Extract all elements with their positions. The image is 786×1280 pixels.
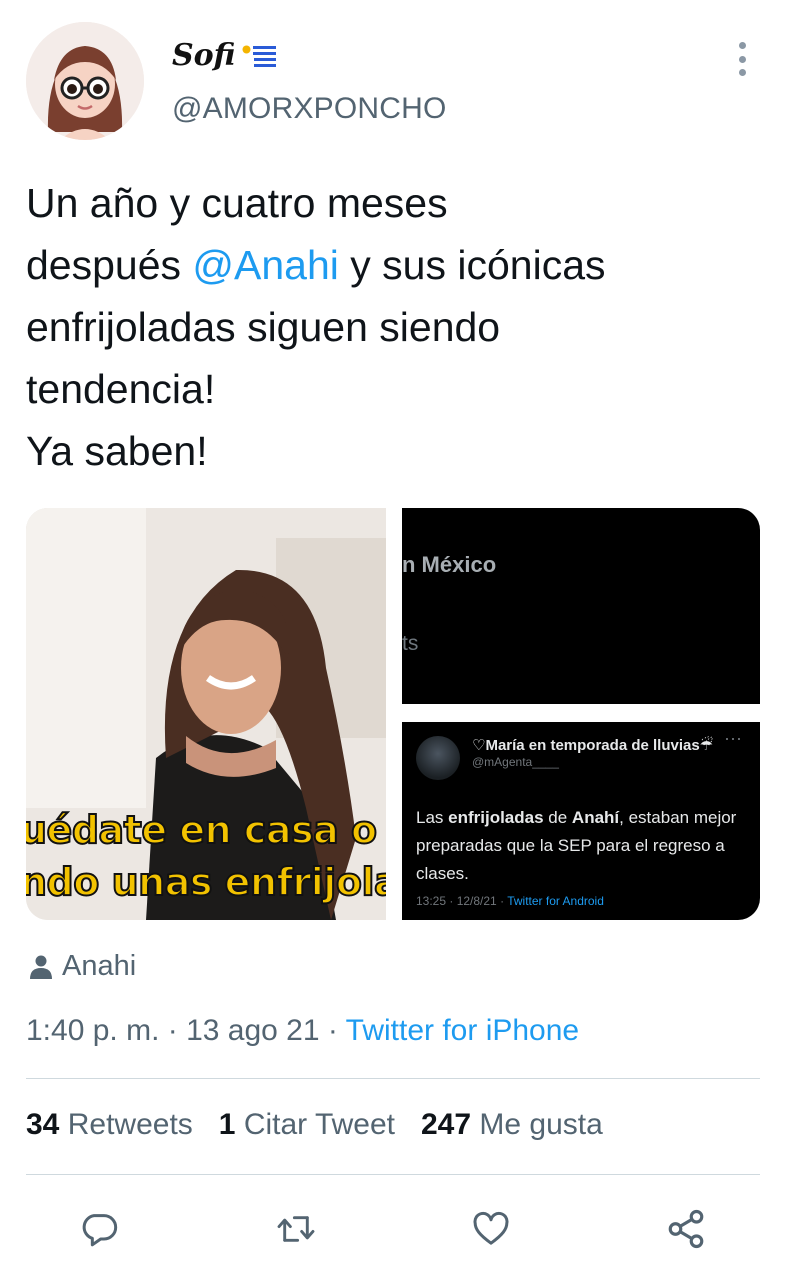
- tweet-line: enfrijoladas siguen siendo: [26, 304, 501, 350]
- tweet-stats: 34 Retweets 1 Citar Tweet 247 Me gusta: [26, 1108, 603, 1142]
- reply-icon: [82, 1214, 118, 1247]
- mention-link[interactable]: @Anahi: [192, 242, 338, 288]
- screenshot-text-partial: ts: [402, 632, 419, 655]
- meme-photo: [26, 508, 386, 920]
- reply-button[interactable]: [78, 1208, 120, 1250]
- tweet-line: tendencia!: [26, 366, 216, 412]
- more-options-icon[interactable]: [736, 42, 748, 76]
- avatar-image: [26, 22, 144, 140]
- quoted-timestamp: 13:25 · 12/8/21 · Twitter for Android: [416, 894, 604, 908]
- tagged-name: Anahi: [62, 950, 137, 982]
- tweet-source-link[interactable]: Twitter for iPhone: [346, 1014, 579, 1047]
- quoted-handle: @mAgenta____: [472, 755, 559, 769]
- meme-caption-line-2: ndo unas enfrijola: [26, 859, 386, 905]
- media-grid: uédate en casa o ndo unas enfrijola n Mé…: [26, 508, 760, 920]
- display-name-text: Sofi: [172, 38, 236, 73]
- display-name[interactable]: Sofi: [172, 38, 276, 73]
- share-button[interactable]: [665, 1208, 707, 1250]
- media-image-meme[interactable]: uédate en casa o ndo unas enfrijola: [26, 508, 386, 920]
- retweet-icon: [277, 1216, 315, 1242]
- author-handle[interactable]: @AMORXPONCHO: [172, 92, 447, 126]
- screenshot-text-location: n México: [402, 552, 497, 577]
- uruguay-flag-icon: [239, 42, 276, 69]
- tweet-time: 1:40 p. m.: [26, 1014, 160, 1047]
- heart-icon: [473, 1211, 509, 1245]
- quoted-display-name: ♡María en temporada de lluvias☔: [472, 737, 714, 754]
- tweet-line: después @Anahi y sus icónicas: [26, 242, 606, 288]
- tweet-metadata: 1:40 p. m. · 13 ago 21 · Twitter for iPh…: [26, 1014, 580, 1047]
- like-button[interactable]: [470, 1208, 512, 1250]
- likes-stat[interactable]: 247 Me gusta: [421, 1108, 603, 1142]
- media-image-screenshot-top[interactable]: n México ts: [402, 508, 760, 704]
- share-icon: [668, 1209, 704, 1249]
- retweet-button[interactable]: [275, 1208, 317, 1250]
- avatar[interactable]: [26, 22, 144, 140]
- quotes-stat[interactable]: 1 Citar Tweet: [219, 1108, 395, 1142]
- media-image-quoted-tweet[interactable]: ♡María en temporada de lluvias☔ @mAgenta…: [402, 722, 760, 920]
- meme-caption-line-1: uédate en casa o: [26, 807, 378, 853]
- retweets-stat[interactable]: 34 Retweets: [26, 1108, 193, 1142]
- person-icon: [30, 955, 52, 979]
- divider: [26, 1078, 760, 1079]
- tweet-text: Un año y cuatro meses después @Anahi y s…: [26, 172, 756, 482]
- tweet-date: 13 ago 21: [186, 1014, 320, 1047]
- quoted-avatar: [416, 736, 460, 780]
- tweet-line: Ya saben!: [26, 428, 208, 474]
- tweet-line: Un año y cuatro meses: [26, 180, 448, 226]
- divider: [26, 1174, 760, 1175]
- quoted-more-icon: ···: [724, 728, 742, 748]
- tagged-people[interactable]: Anahi: [30, 950, 136, 983]
- quoted-body: Las enfrijoladas de Anahí, estaban mejor…: [416, 808, 737, 883]
